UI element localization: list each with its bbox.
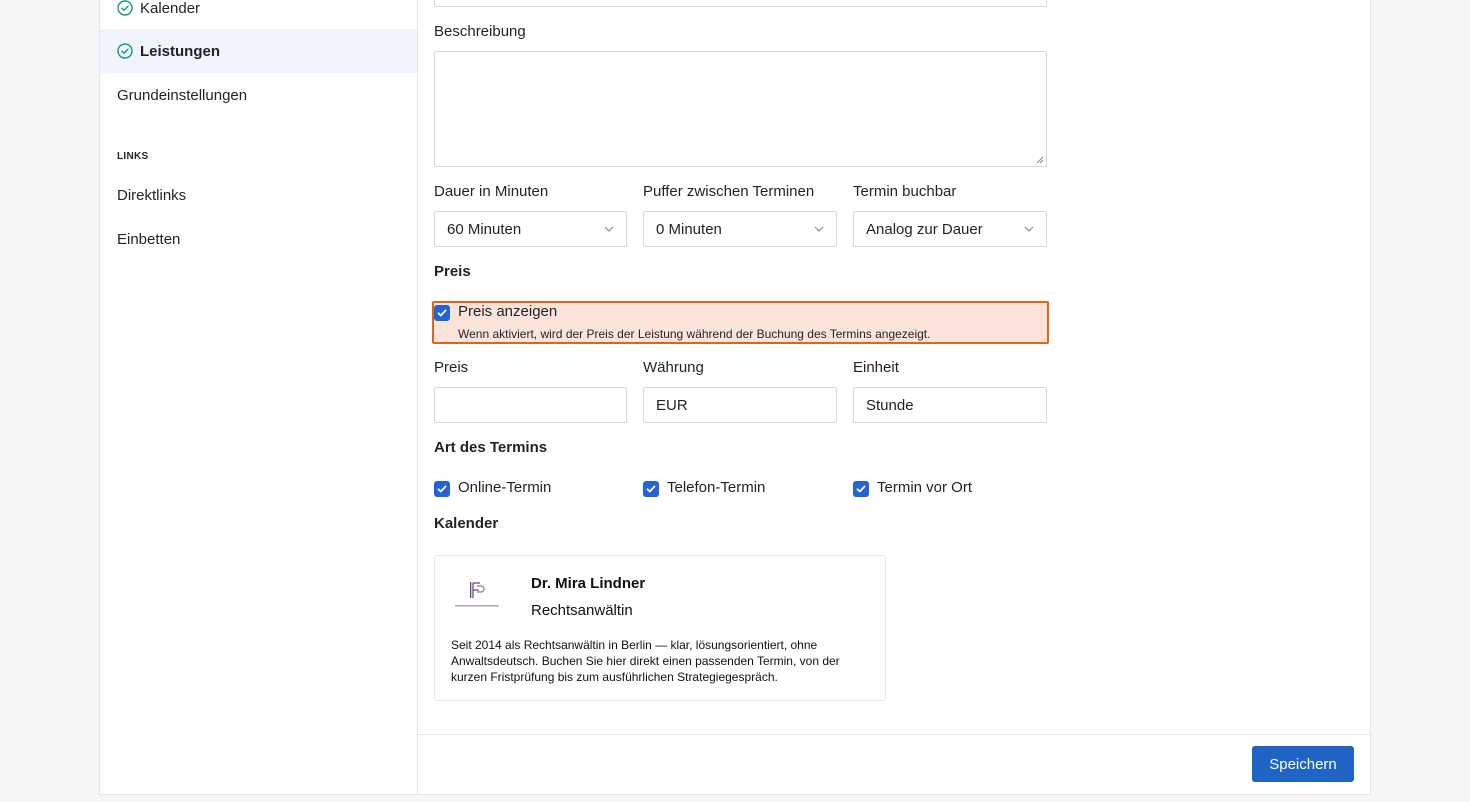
checkmark-icon bbox=[437, 485, 447, 493]
checkmark-icon bbox=[856, 485, 866, 493]
einheit-input[interactable]: Stunde bbox=[853, 387, 1047, 423]
check-circle-icon bbox=[117, 0, 133, 16]
beschreibung-label: Beschreibung bbox=[434, 23, 526, 40]
dauer-value: 60 Minuten bbox=[447, 220, 522, 238]
puffer-value: 0 Minuten bbox=[656, 220, 722, 238]
sidebar-item-label: Leistungen bbox=[140, 42, 221, 60]
chevron-down-icon bbox=[1024, 226, 1034, 232]
preis-anzeigen-label[interactable]: Preis anzeigen bbox=[458, 303, 557, 320]
resize-handle-icon[interactable] bbox=[1036, 156, 1044, 164]
waehrung-input[interactable]: EUR bbox=[643, 387, 837, 423]
art-heading: Art des Termins bbox=[434, 439, 548, 456]
termin-vor-ort-checkbox[interactable] bbox=[853, 481, 869, 497]
beschreibung-textarea[interactable] bbox=[434, 51, 1047, 167]
calendar-card-role: Rechtsanwältin bbox=[531, 602, 633, 619]
checkmark-icon bbox=[437, 309, 447, 317]
footer-divider bbox=[418, 734, 1370, 735]
preis-anzeigen-hint: Wenn aktiviert, wird der Preis der Leist… bbox=[458, 327, 931, 341]
sidebar-item-grundeinstellungen[interactable]: Grundeinstellungen bbox=[100, 73, 417, 117]
sidebar-item-label: Einbetten bbox=[117, 230, 181, 248]
sidebar-item-leistungen[interactable]: Leistungen bbox=[100, 29, 417, 73]
main-content: Beschreibung Dauer in Minuten Puffer zwi… bbox=[418, 0, 1370, 794]
sidebar-item-einbetten[interactable]: Einbetten bbox=[100, 217, 417, 261]
sidebar-section-links-heading: LINKS bbox=[117, 151, 149, 162]
kalender-heading: Kalender bbox=[434, 515, 499, 532]
app-shell: Kalender Leistungen Grundeinstellungen L… bbox=[99, 0, 1371, 795]
dauer-label: Dauer in Minuten bbox=[434, 183, 549, 200]
preis-input[interactable] bbox=[434, 387, 627, 423]
buchbar-value: Analog zur Dauer bbox=[866, 220, 983, 238]
firm-logo bbox=[451, 574, 503, 622]
sidebar-item-label: Grundeinstellungen bbox=[117, 86, 248, 104]
telefon-termin-label[interactable]: Telefon-Termin bbox=[667, 479, 765, 496]
buchbar-select[interactable]: Analog zur Dauer bbox=[853, 211, 1047, 247]
chevron-down-icon bbox=[814, 226, 824, 232]
waehrung-value: EUR bbox=[656, 396, 688, 414]
preis-heading: Preis bbox=[434, 263, 471, 280]
calendar-card[interactable]: Dr. Mira Lindner Rechtsanwältin Seit 201… bbox=[434, 555, 886, 701]
calendar-card-name: Dr. Mira Lindner bbox=[531, 575, 646, 592]
telefon-termin-checkbox[interactable] bbox=[643, 481, 659, 497]
dauer-select[interactable]: 60 Minuten bbox=[434, 211, 627, 247]
save-button[interactable]: Speichern bbox=[1252, 746, 1354, 782]
chevron-down-icon bbox=[604, 226, 614, 232]
einheit-label: Einheit bbox=[853, 359, 899, 376]
preis-anzeigen-checkbox[interactable] bbox=[434, 305, 450, 321]
sidebar-item-label: Direktlinks bbox=[117, 186, 187, 204]
preis-label: Preis bbox=[434, 359, 469, 376]
puffer-select[interactable]: 0 Minuten bbox=[643, 211, 837, 247]
check-circle-icon bbox=[117, 43, 133, 59]
name-input[interactable] bbox=[434, 0, 1047, 7]
waehrung-label: Währung bbox=[643, 359, 704, 376]
sidebar-item-label: Kalender bbox=[140, 0, 201, 17]
online-termin-checkbox[interactable] bbox=[434, 481, 450, 497]
sidebar-item-direktlinks[interactable]: Direktlinks bbox=[100, 173, 417, 217]
einheit-value: Stunde bbox=[866, 396, 914, 414]
checkmark-icon bbox=[646, 485, 656, 493]
puffer-label: Puffer zwischen Terminen bbox=[643, 183, 815, 200]
termin-vor-ort-label[interactable]: Termin vor Ort bbox=[877, 479, 972, 496]
calendar-card-description: Seit 2014 als Rechtsanwältin in Berlin —… bbox=[451, 638, 840, 684]
sidebar: Kalender Leistungen Grundeinstellungen L… bbox=[100, 0, 418, 794]
sidebar-item-kalender[interactable]: Kalender bbox=[100, 0, 417, 30]
buchbar-label: Termin buchbar bbox=[853, 183, 957, 200]
online-termin-label[interactable]: Online-Termin bbox=[458, 479, 551, 496]
